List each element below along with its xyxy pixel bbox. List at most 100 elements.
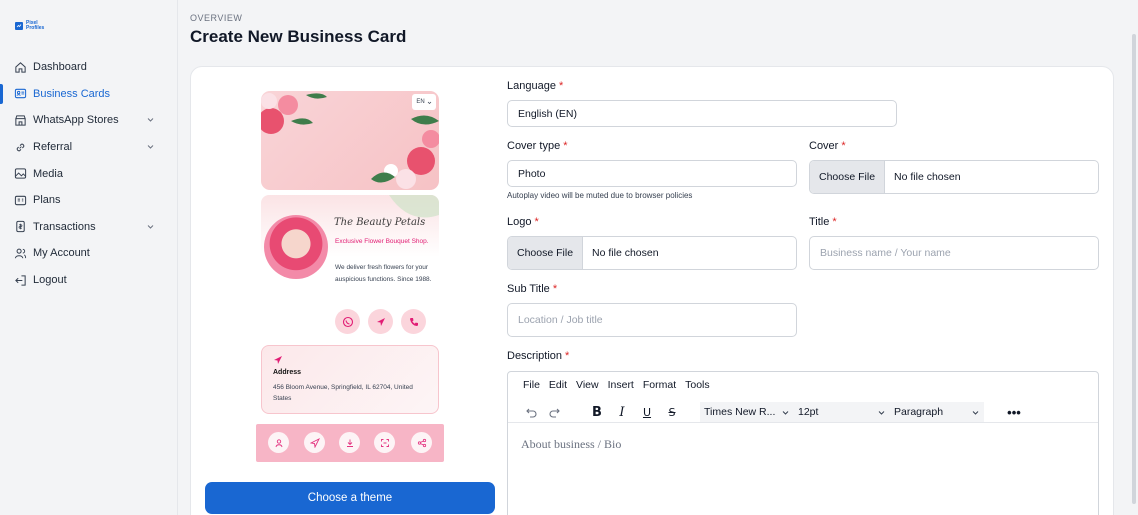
sidebar-item-whatsapp-stores[interactable]: WhatsApp Stores — [0, 107, 177, 134]
share-icon — [417, 438, 426, 447]
more-options-icon[interactable]: ••• — [1006, 404, 1022, 420]
strikethrough-icon[interactable]: S — [664, 404, 680, 420]
avatar — [264, 215, 328, 279]
required-mark: * — [832, 216, 837, 228]
sidebar-item-referral[interactable]: Referral — [0, 134, 177, 161]
send-button[interactable] — [304, 432, 325, 453]
phone-icon — [409, 317, 418, 326]
share-button[interactable] — [411, 432, 432, 453]
menu-insert[interactable]: Insert — [608, 379, 634, 391]
editor-divider — [508, 422, 1098, 423]
send-icon — [309, 437, 320, 448]
language-switcher[interactable]: EN — [412, 94, 436, 110]
sidebar-item-label: Referral — [33, 141, 73, 154]
cover-choose-file-button[interactable]: Choose File — [810, 161, 886, 193]
contact-button[interactable] — [268, 432, 289, 453]
cover-type-hint: Autoplay video will be muted due to brow… — [507, 191, 693, 200]
preview-cover-image: EN — [261, 91, 439, 190]
chevron-down-icon — [878, 410, 885, 415]
cover-file-status: No file chosen — [894, 171, 961, 183]
description-editor: File Edit View Insert Format Tools B I U… — [507, 371, 1099, 515]
sidebar-item-transactions[interactable]: Transactions — [0, 214, 177, 241]
sidebar-item-label: Media — [33, 167, 63, 180]
font-family-select[interactable]: Times New R... — [700, 402, 794, 422]
id-card-icon — [13, 193, 27, 207]
underline-icon[interactable]: U — [639, 404, 655, 420]
receipt-icon — [13, 220, 27, 234]
store-icon — [13, 113, 27, 127]
required-mark: * — [841, 140, 846, 152]
cover-type-select[interactable]: Photo — [507, 160, 797, 187]
choose-theme-button[interactable]: Choose a theme — [205, 482, 495, 514]
preview-brand-name: The Beauty Petals — [334, 217, 426, 228]
cover-file-input[interactable]: Choose File No file chosen — [809, 160, 1099, 194]
directions-button[interactable] — [368, 309, 393, 334]
preview-profile-card: The Beauty Petals Exclusive Flower Bouqu… — [261, 195, 439, 298]
chevron-down-icon — [427, 101, 431, 104]
logo-label: Logo * — [507, 216, 539, 228]
font-size-select[interactable]: 12pt — [794, 402, 890, 422]
logo-file-input[interactable]: Choose File No file chosen — [507, 236, 797, 270]
description-placeholder[interactable]: About business / Bio — [521, 437, 621, 452]
description-label: Description * — [507, 350, 570, 362]
undo-icon[interactable] — [522, 404, 538, 420]
scrollbar-thumb[interactable] — [1132, 34, 1136, 504]
sidebar-item-media[interactable]: Media — [0, 160, 177, 187]
redo-icon[interactable] — [547, 404, 563, 420]
sidebar-item-logout[interactable]: Logout — [0, 267, 177, 294]
menu-format[interactable]: Format — [643, 379, 676, 391]
required-mark: * — [534, 216, 539, 228]
sub-title-input[interactable]: Location / Job title — [507, 303, 797, 337]
bold-icon[interactable]: B — [589, 404, 605, 420]
required-mark: * — [558, 80, 564, 92]
address-text: 456 Bloom Avenue, Springfield, IL 62704,… — [273, 384, 413, 402]
home-icon — [13, 60, 27, 74]
chevron-down-icon — [147, 224, 154, 229]
whatsapp-icon — [342, 316, 353, 327]
menu-edit[interactable]: Edit — [549, 379, 567, 391]
menu-file[interactable]: File — [523, 379, 540, 391]
menu-tools[interactable]: Tools — [685, 379, 710, 391]
sidebar-item-label: My Account — [33, 247, 90, 260]
menu-view[interactable]: View — [576, 379, 599, 391]
sidebar-item-plans[interactable]: Plans — [0, 187, 177, 214]
required-mark: * — [565, 350, 570, 362]
cover-type-label: Cover type * — [507, 140, 568, 152]
scan-icon — [380, 438, 389, 447]
sidebar-item-dashboard[interactable]: Dashboard — [0, 54, 177, 81]
whatsapp-button[interactable] — [335, 309, 360, 334]
title-input[interactable]: Business name / Your name — [809, 236, 1099, 270]
language-select[interactable]: English (EN) — [507, 100, 897, 127]
editor-toolbar: B I U S Times New R... 12pt Paragraph ••… — [522, 402, 1031, 422]
sidebar-item-my-account[interactable]: My Account — [0, 240, 177, 267]
italic-icon[interactable]: I — [614, 404, 630, 420]
id-card-icon — [13, 87, 27, 101]
user-icon — [275, 438, 282, 447]
address-title: Address — [273, 369, 302, 376]
page-title: Create New Business Card — [190, 27, 407, 46]
page-scrollbar[interactable] — [1130, 0, 1138, 515]
logo-text-2: Profiles — [26, 25, 45, 31]
chevron-down-icon — [972, 410, 979, 415]
download-button[interactable] — [339, 432, 360, 453]
scan-button[interactable] — [374, 432, 395, 453]
link-icon — [13, 140, 27, 154]
chevron-down-icon — [782, 410, 789, 415]
cover-label: Cover * — [809, 140, 846, 152]
logout-icon — [13, 273, 27, 287]
logo-choose-file-button[interactable]: Choose File — [508, 237, 584, 269]
page-overline: OVERVIEW — [190, 13, 243, 23]
users-icon — [13, 246, 27, 260]
logo-icon — [15, 22, 23, 30]
brand-logo[interactable]: Pixel Profiles — [15, 21, 44, 31]
block-format-select[interactable]: Paragraph — [890, 402, 984, 422]
image-icon — [13, 167, 27, 181]
sidebar-item-label: Logout — [33, 274, 67, 287]
language-code: EN — [416, 99, 425, 105]
chevron-down-icon — [147, 118, 154, 122]
sidebar-item-label: Plans — [33, 194, 61, 207]
sidebar-item-label: Dashboard — [33, 61, 87, 74]
sidebar-item-business-cards[interactable]: Business Cards — [0, 81, 177, 108]
call-button[interactable] — [401, 309, 426, 334]
required-mark: * — [552, 283, 558, 295]
